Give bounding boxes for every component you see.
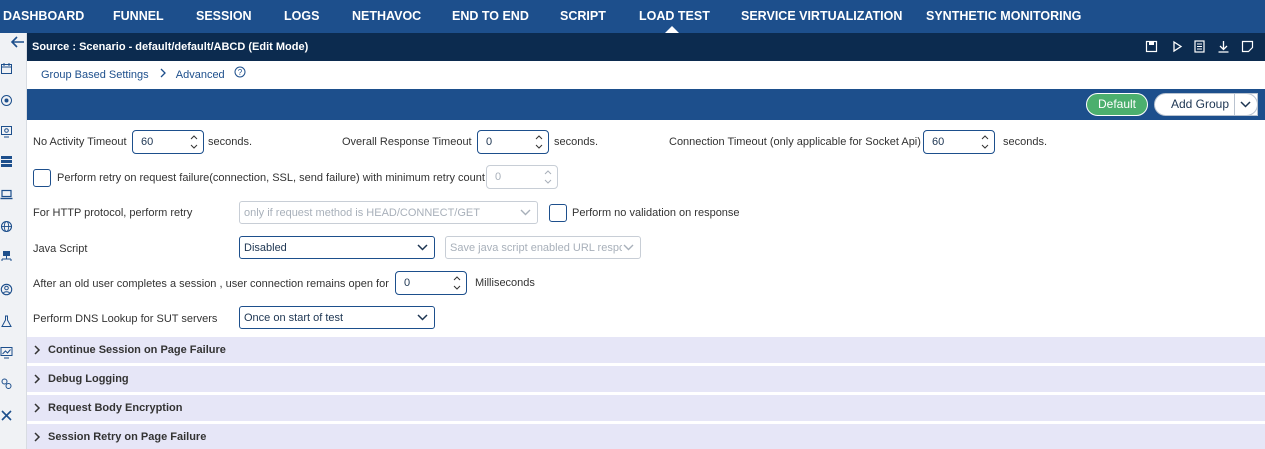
java-script-select[interactable]: Disabled [239,236,435,259]
chevron-down-icon [417,244,428,251]
server-icon[interactable] [0,154,13,168]
dns-lookup-label: Perform DNS Lookup for SUT servers [33,313,218,325]
chevron-down-icon [623,244,634,251]
tab-end-to-end[interactable]: END TO END [452,0,529,33]
accordion-request-body-encryption[interactable]: Request Body Encryption [27,395,1265,421]
flask-icon[interactable] [0,314,13,328]
laptop-icon[interactable] [0,187,13,201]
no-activity-timeout-label: No Activity Timeout [33,136,127,148]
eye-icon[interactable] [0,93,13,107]
accordion-debug-logging[interactable]: Debug Logging [27,366,1265,392]
stepper-arrows-icon[interactable] [452,274,462,292]
breadcrumb-chevron-icon [160,62,167,88]
play-icon[interactable] [1171,40,1184,53]
stepper-arrows-icon[interactable] [534,133,544,151]
tab-service-virtualization[interactable]: SERVICE VIRTUALIZATION [741,0,902,33]
stepper-arrows-icon[interactable] [189,133,199,151]
download-icon[interactable] [1217,40,1230,53]
chevron-down-icon [417,314,428,321]
calendar-icon[interactable] [0,61,13,75]
document-icon[interactable] [1193,40,1206,53]
left-sidebar [0,33,27,449]
java-script-url-select[interactable]: Save java script enabled URL respo [445,236,641,259]
active-tab-caret [665,26,679,33]
default-group-button[interactable]: Default [1086,93,1148,116]
http-retry-label: For HTTP protocol, perform retry [33,207,193,219]
no-activity-timeout-input[interactable]: 60 [132,130,204,154]
accordion-continue-session[interactable]: Continue Session on Page Failure [27,337,1265,363]
no-validation-label: Perform no validation on response [572,207,740,219]
tab-session[interactable]: SESSION [196,0,252,33]
chart-icon[interactable] [0,345,13,359]
connection-open-unit: Milliseconds [475,277,535,289]
source-bar: Source : Scenario - default/default/ABCD… [27,33,1265,61]
chevron-right-icon [34,403,41,413]
save-icon[interactable] [1145,40,1158,53]
stepper-arrows-icon[interactable] [980,133,990,151]
accordion-session-retry[interactable]: Session Retry on Page Failure [27,424,1265,449]
tab-logs[interactable]: LOGS [284,0,319,33]
no-activity-timeout-unit: seconds. [208,136,253,148]
connection-timeout-label: Connection Timeout (only applicable for … [669,136,921,148]
connection-open-input[interactable]: 0 [395,271,467,295]
chevron-right-icon [34,345,41,355]
globe-icon[interactable] [0,219,13,233]
connection-open-label: After an old user completes a session , … [33,278,389,290]
http-retry-select[interactable]: only if request method is HEAD/CONNECT/G… [239,201,538,224]
retry-count-input[interactable]: 0 [486,165,558,189]
accordion-label: Continue Session on Page Failure [48,344,226,356]
user-icon[interactable] [0,282,13,296]
add-group-dropdown-button[interactable] [1234,93,1258,116]
chevron-down-icon [520,209,531,216]
accordion-label: Session Retry on Page Failure [48,431,207,443]
tab-dashboard[interactable]: DASHBOARD [3,0,84,33]
stepper-arrows-icon[interactable] [543,168,553,186]
dns-lookup-select[interactable]: Once on start of test [239,306,435,329]
connection-timeout-input[interactable]: 60 [923,130,995,154]
breadcrumb-group-based-settings[interactable]: Group Based Settings [41,62,149,88]
source-title: Source : Scenario - default/default/ABCD… [32,41,309,53]
retry-label: Perform retry on request failure(connect… [57,172,485,184]
top-navigation: DASHBOARD FUNNEL SESSION LOGS NETHAVOC E… [0,0,1265,33]
monitor-icon[interactable] [0,124,13,138]
overall-response-timeout-input[interactable]: 0 [477,130,549,154]
connection-timeout-unit: seconds. [1003,136,1048,148]
tab-nethavoc[interactable]: NETHAVOC [352,0,421,33]
tab-script[interactable]: SCRIPT [560,0,606,33]
back-arrow-icon[interactable] [10,35,26,49]
note-icon[interactable] [1241,40,1254,53]
chevron-right-icon [34,432,41,442]
breadcrumb-advanced[interactable]: Advanced [176,62,225,88]
retry-checkbox[interactable] [33,169,51,187]
tab-synthetic-monitoring[interactable]: SYNTHETIC MONITORING [926,0,1081,33]
java-script-label: Java Script [33,243,88,255]
tools-icon[interactable] [0,408,13,422]
group-bar: Default Add Group [27,89,1265,120]
no-validation-checkbox[interactable] [549,204,567,222]
tab-funnel[interactable]: FUNNEL [113,0,164,33]
accordion-label: Debug Logging [48,373,129,385]
chevron-right-icon [34,374,41,384]
svg-text:?: ? [238,68,243,77]
overall-response-timeout-unit: seconds. [554,136,599,148]
help-icon[interactable]: ? [234,62,246,88]
network-icon[interactable] [0,249,13,263]
overall-response-timeout-label: Overall Response Timeout [342,136,472,148]
chevron-down-icon [1240,101,1251,108]
settings-cluster-icon[interactable] [0,376,13,390]
accordion-label: Request Body Encryption [48,402,183,414]
breadcrumb: Group Based Settings Advanced ? [41,62,246,88]
